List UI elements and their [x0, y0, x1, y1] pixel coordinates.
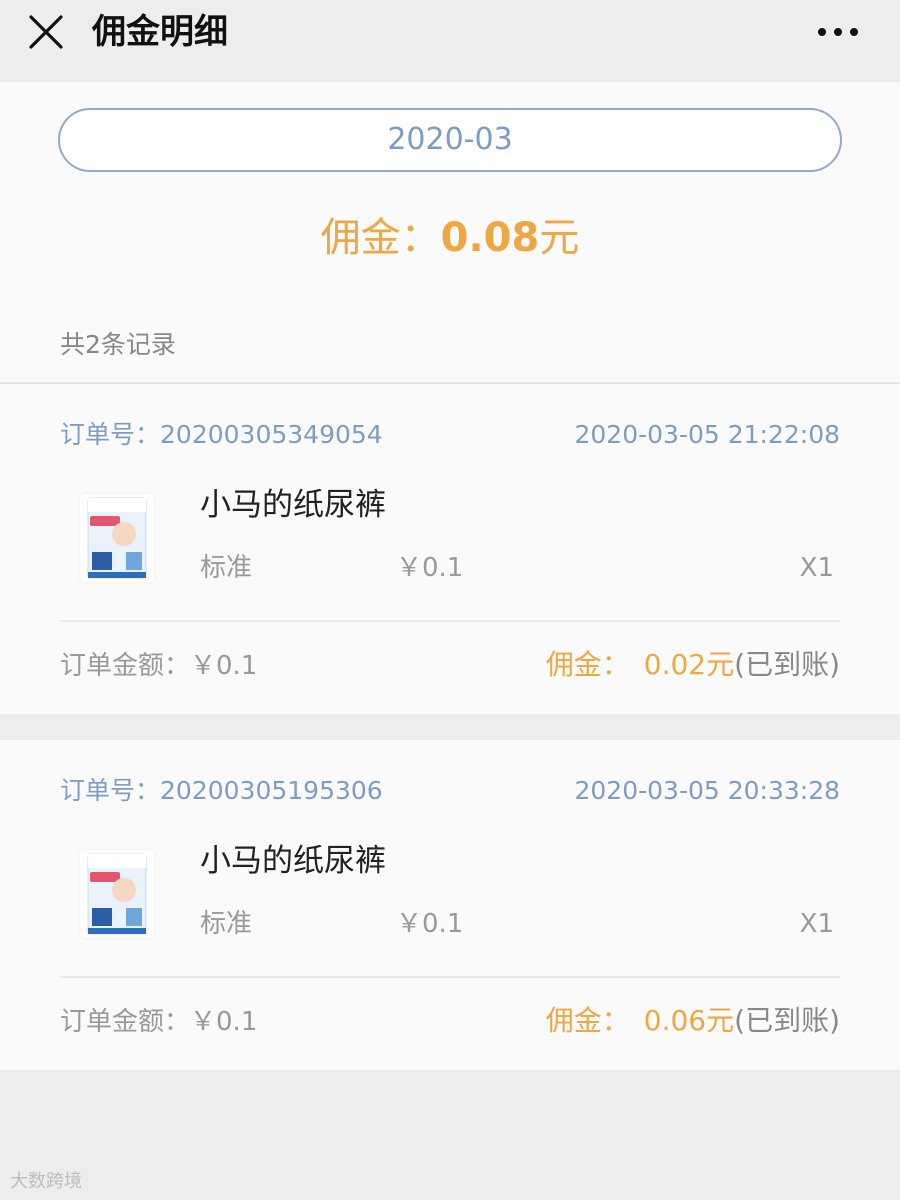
order-time: 2020-03-05 20:33:28: [574, 776, 840, 805]
product-name: 小马的纸尿裤: [200, 843, 386, 879]
close-icon[interactable]: [26, 12, 66, 52]
order-commission: 佣金： 0.02元(已到账): [546, 646, 840, 684]
order-number-value: 20200305195306: [160, 776, 383, 805]
card-divider: [60, 620, 840, 622]
order-amount: 订单金额：￥0.1: [60, 648, 257, 684]
order-amount-label: 订单金额：: [60, 1007, 191, 1037]
card-divider: [60, 976, 840, 978]
product-quantity: X1: [799, 553, 834, 583]
order-amount-label: 订单金额：: [60, 651, 191, 681]
total-commission-value: 0.08: [440, 215, 540, 261]
page-title: 佣金明细: [92, 12, 228, 52]
commission-status: (已到账): [734, 1004, 840, 1037]
product-thumbnail[interactable]: [80, 850, 154, 938]
order-amount-value: ￥0.1: [190, 1007, 258, 1037]
product-spec: 标准: [200, 553, 253, 583]
order-card[interactable]: 订单号：20200305349054 2020-03-05 21:22:08 小…: [0, 384, 900, 714]
record-count: 共2条记录: [60, 330, 176, 359]
watermark: 大数跨境: [10, 1171, 82, 1192]
commission-status: (已到账): [734, 648, 840, 681]
order-card[interactable]: 订单号：20200305195306 2020-03-05 20:33:28 小…: [0, 740, 900, 1070]
product-name: 小马的纸尿裤: [200, 487, 386, 523]
order-number: 订单号：20200305195306: [60, 774, 383, 808]
commission-value: 0.06元: [643, 1004, 735, 1037]
commission-label: 佣金：: [545, 1004, 630, 1037]
order-number-value: 20200305349054: [160, 420, 383, 449]
order-number-label: 订单号：: [60, 776, 161, 805]
product-spec: 标准: [200, 909, 253, 939]
product-price: ￥0.1: [396, 553, 464, 583]
more-dots-icon[interactable]: [814, 22, 862, 42]
order-amount-value: ￥0.1: [190, 651, 258, 681]
commission-summary: 2020-03 佣金：0.08元 共2条记录: [0, 82, 900, 382]
product-thumbnail[interactable]: [80, 494, 154, 582]
order-commission: 佣金： 0.06元(已到账): [546, 1002, 840, 1040]
commission-label: 佣金：: [545, 648, 630, 681]
product-quantity: X1: [799, 909, 834, 939]
order-amount: 订单金额：￥0.1: [60, 1004, 257, 1040]
top-bar: 佣金明细: [0, 0, 900, 82]
product-price: ￥0.1: [396, 909, 464, 939]
order-time: 2020-03-05 21:22:08: [574, 420, 840, 449]
total-commission-unit: 元: [539, 215, 580, 261]
order-number: 订单号：20200305349054: [60, 418, 383, 452]
commission-value: 0.02元: [643, 648, 735, 681]
total-commission-label: 佣金：: [320, 215, 441, 261]
month-selector[interactable]: 2020-03: [58, 108, 842, 172]
total-commission: 佣金：0.08元: [0, 210, 900, 266]
order-number-label: 订单号：: [60, 420, 161, 449]
